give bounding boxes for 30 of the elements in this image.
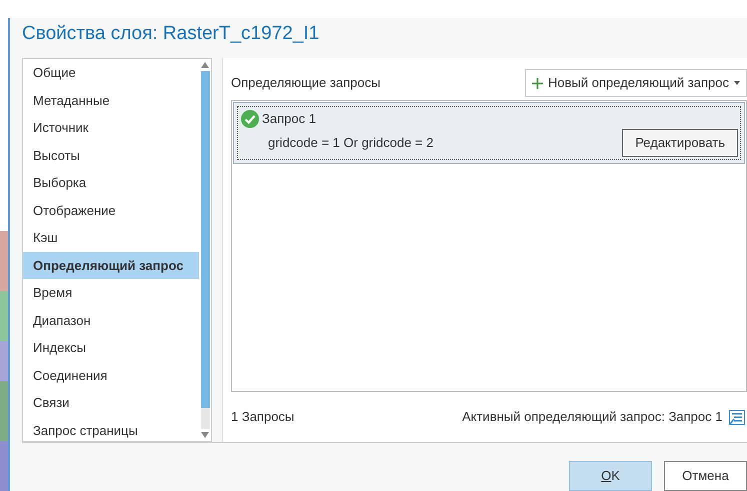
plus-icon — [532, 78, 544, 88]
query-list-icon[interactable] — [729, 410, 745, 424]
sidebar-item[interactable]: Выборка — [23, 169, 199, 196]
section-heading: Определяющие запросы — [231, 74, 380, 92]
cancel-button[interactable]: Отмена — [664, 461, 747, 491]
sidebar-item[interactable]: Запрос страницы — [23, 416, 199, 444]
sidebar-item[interactable]: Время — [23, 279, 199, 306]
scroll-up-icon[interactable] — [201, 62, 209, 68]
sidebar-item[interactable]: Связи — [23, 389, 199, 416]
scroll-down-icon[interactable] — [201, 432, 209, 438]
window-title: Свойства слоя: RasterT_c1972_I1 — [22, 22, 320, 46]
sidebar-item[interactable]: Кэш — [23, 224, 199, 252]
sidebar-item[interactable]: Определяющий запрос — [23, 252, 199, 279]
edit-button[interactable]: Редактировать — [622, 129, 738, 156]
query-name: Запрос 1 — [262, 110, 316, 128]
query-count: 1 Запросы — [231, 408, 294, 426]
sidebar-item[interactable]: Высоты — [23, 142, 199, 169]
query-item[interactable]: Запрос 1 gridcode = 1 Or gridcode = 2 Редактировать — [233, 102, 745, 164]
sidebar-item[interactable]: Метаданные — [23, 86, 199, 114]
sidebar-item[interactable]: Отображение — [23, 196, 199, 224]
sidebar-item[interactable]: Источник — [23, 114, 199, 142]
ok-button[interactable]: OK — [569, 461, 652, 491]
sidebar-item[interactable]: Индексы — [23, 334, 199, 362]
sidebar-item[interactable]: Общие — [23, 59, 199, 86]
query-expression: gridcode = 1 Or gridcode = 2 — [268, 134, 434, 152]
sidebar-item[interactable]: Диапазон — [23, 306, 199, 334]
sidebar-item[interactable]: Соединения — [23, 362, 199, 389]
caret-icon — [734, 81, 740, 85]
new-query-button[interactable]: Новый определяющий запрос — [525, 69, 747, 97]
active-query-label: Активный определяющий запрос: Запрос 1 — [462, 408, 722, 426]
